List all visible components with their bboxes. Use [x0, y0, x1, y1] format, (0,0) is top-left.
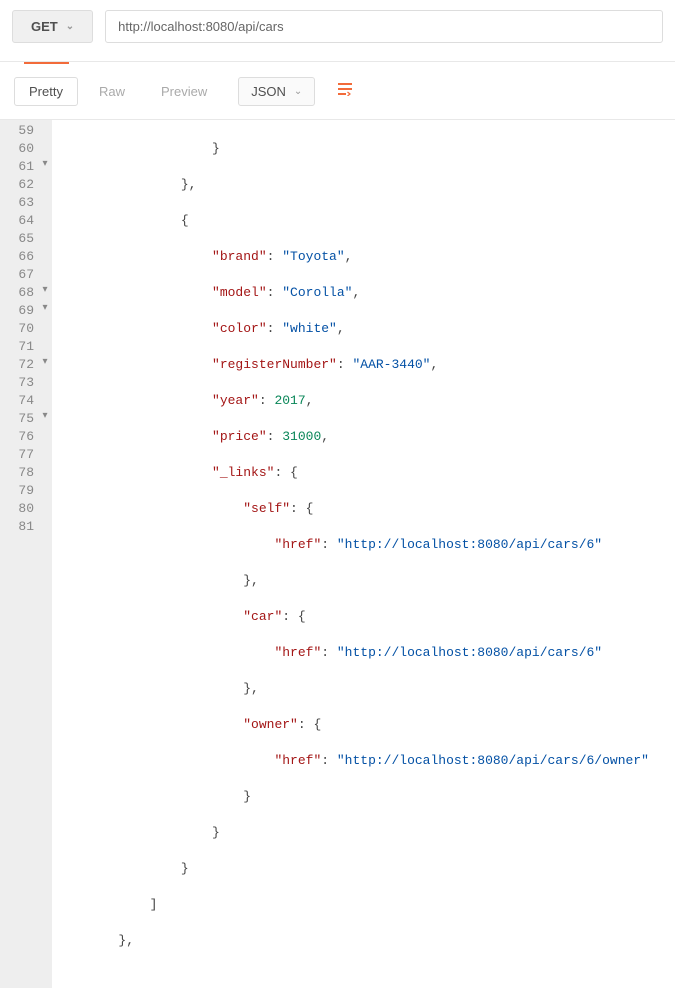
- url-input[interactable]: [105, 10, 663, 43]
- http-method-select[interactable]: GET ⌄: [12, 10, 93, 43]
- line-wrap-icon[interactable]: [329, 76, 363, 107]
- chevron-down-icon: ⌄: [66, 21, 74, 32]
- fold-marker[interactable]: ▾: [38, 156, 52, 174]
- format-label: JSON: [251, 84, 286, 99]
- fold-marker[interactable]: ▾: [38, 408, 52, 426]
- http-method-label: GET: [31, 19, 58, 34]
- fold-gutter: ▾ ▾ ▾ ▾ ▾: [38, 120, 52, 988]
- line-gutter: 596061 626364 656667 686970 717273 74757…: [0, 120, 38, 988]
- fold-marker[interactable]: ▾: [38, 300, 52, 318]
- fold-marker[interactable]: ▾: [38, 354, 52, 372]
- format-select[interactable]: JSON ⌄: [238, 77, 315, 106]
- tab-raw[interactable]: Raw: [84, 77, 140, 106]
- response-body[interactable]: } }, { "brand": "Toyota", "model": "Coro…: [52, 120, 675, 988]
- tab-preview[interactable]: Preview: [146, 77, 222, 106]
- divider: [0, 61, 675, 62]
- fold-marker[interactable]: ▾: [38, 282, 52, 300]
- chevron-down-icon: ⌄: [294, 86, 302, 97]
- tab-pretty[interactable]: Pretty: [14, 77, 78, 106]
